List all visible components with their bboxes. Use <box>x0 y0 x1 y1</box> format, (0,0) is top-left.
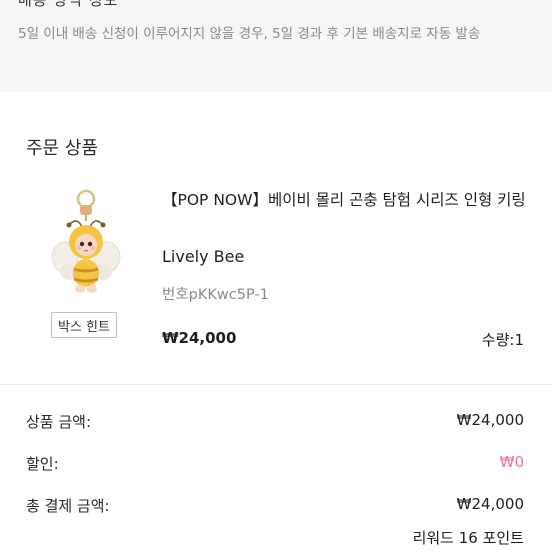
delivery-notice-text: 5일 이내 배송 신청이 이루어지지 않을 경우, 5일 경과 후 기본 배송지… <box>18 26 481 42</box>
total-payment-value: ₩24,000 <box>456 495 524 513</box>
discount-row: 할인: ₩0 <box>26 453 524 475</box>
delivery-section-title: 배송 방식 정보 <box>18 0 119 9</box>
order-section-title: 주문 상품 <box>26 138 98 159</box>
delivery-notice-section: 배송 방식 정보 5일 이내 배송 신청이 이루어지지 않을 경우, 5일 경과… <box>0 0 552 92</box>
product-amount-value: ₩24,000 <box>456 411 524 429</box>
product-title[interactable]: 【POP NOW】베이비 몰리 곤충 탐험 시리즈 인형 키링 <box>162 187 532 214</box>
section-divider <box>0 384 552 385</box>
product-amount-row: 상품 금액: ₩24,000 <box>26 411 524 433</box>
discount-label: 할인: <box>26 455 59 473</box>
total-payment-row: 총 결제 금액: ₩24,000 <box>26 495 524 517</box>
order-product-card: 주문 상품 박스 힌트 【POP NOW】베이비 몰리 곤충 탐험 시리즈 인형… <box>0 105 552 552</box>
product-option: Lively Bee <box>162 247 245 266</box>
reward-points: 리워드 16 포인트 <box>412 529 524 547</box>
discount-value: ₩0 <box>499 453 524 471</box>
bee-figure-keyring-icon <box>51 189 121 293</box>
product-number: 번호pKKwc5P-1 <box>162 287 269 303</box>
product-image[interactable] <box>46 187 126 299</box>
product-quantity: 수량:1 <box>481 331 524 349</box>
product-amount-label: 상품 금액: <box>26 413 92 431</box>
total-payment-label: 총 결제 금액: <box>26 497 110 515</box>
box-hint-button[interactable]: 박스 힌트 <box>51 312 117 338</box>
product-price: ₩24,000 <box>162 329 237 347</box>
